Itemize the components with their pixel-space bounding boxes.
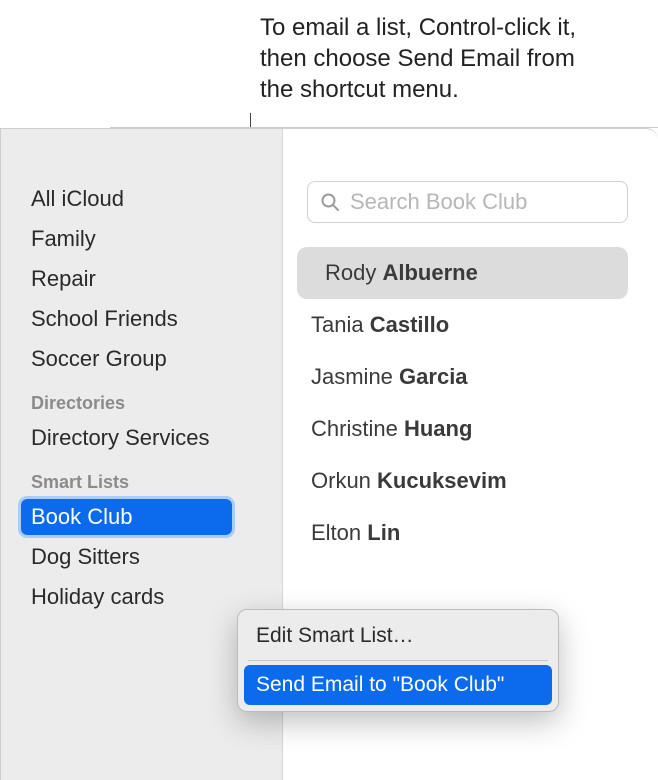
sidebar-item-label: Family [31,226,96,251]
sidebar-item-family[interactable]: Family [1,219,282,259]
sidebar-item-book-club[interactable]: Book Club [1,497,282,537]
menu-item-send-email[interactable]: Send Email to "Book Club" [244,665,552,705]
sidebar-item-label: Book Club [31,504,133,529]
search-input[interactable]: Search Book Club [307,181,628,223]
contact-first-name: Orkun [311,468,371,493]
callout-line-2: then choose Send Email from [260,45,575,72]
menu-item-edit-smart-list[interactable]: Edit Smart List… [244,616,552,656]
contact-row[interactable]: Rody Albuerne [297,247,628,299]
menu-divider [248,660,548,661]
sidebar-heading-smart-lists: Smart Lists [1,458,282,497]
contact-row[interactable]: Tania Castillo [283,299,628,351]
sidebar-item-label: Repair [31,266,96,291]
sidebar-item-label: Directory Services [31,425,209,450]
sidebar-item-dog-sitters[interactable]: Dog Sitters [1,537,282,577]
context-menu: Edit Smart List… Send Email to "Book Clu… [237,609,559,712]
contact-row[interactable]: Jasmine Garcia [283,351,628,403]
sidebar-item-all-icloud[interactable]: All iCloud [1,179,282,219]
sidebar-item-soccer-group[interactable]: Soccer Group [1,339,282,379]
contact-first-name: Elton [311,520,361,545]
sidebar-item-label: Soccer Group [31,346,167,371]
callout-line-1: To email a list, Control-click it, [260,14,576,41]
sidebar-item-label: Holiday cards [31,584,164,609]
sidebar-item-directory-services[interactable]: Directory Services [1,418,282,458]
callout-line-3: the shortcut menu. [260,76,459,103]
contacts-window: All iCloud Family Repair School Friends … [0,128,658,780]
contact-row[interactable]: Christine Huang [283,403,628,455]
contact-last-name: Lin [367,520,400,545]
sidebar-item-school-friends[interactable]: School Friends [1,299,282,339]
sidebar-item-repair[interactable]: Repair [1,259,282,299]
sidebar-heading-directories: Directories [1,379,282,418]
contact-last-name: Kucuksevim [377,468,507,493]
menu-item-label: Edit Smart List… [256,624,414,647]
contact-last-name: Huang [404,416,472,441]
callout-text: To email a list, Control-click it, then … [260,12,576,106]
menu-item-label: Send Email to "Book Club" [256,673,504,696]
contact-row[interactable]: Elton Lin [283,507,628,559]
contact-first-name: Rody [325,260,376,285]
search-icon [320,192,340,212]
sidebar-item-label: Dog Sitters [31,544,140,569]
sidebar-item-label: School Friends [31,306,178,331]
contact-first-name: Tania [311,312,364,337]
contact-first-name: Christine [311,416,398,441]
contact-last-name: Castillo [370,312,449,337]
search-placeholder: Search Book Club [350,189,527,215]
sidebar-item-label: All iCloud [31,186,124,211]
contact-row[interactable]: Orkun Kucuksevim [283,455,628,507]
contact-last-name: Albuerne [382,260,477,285]
contact-last-name: Garcia [399,364,468,389]
contact-first-name: Jasmine [311,364,393,389]
